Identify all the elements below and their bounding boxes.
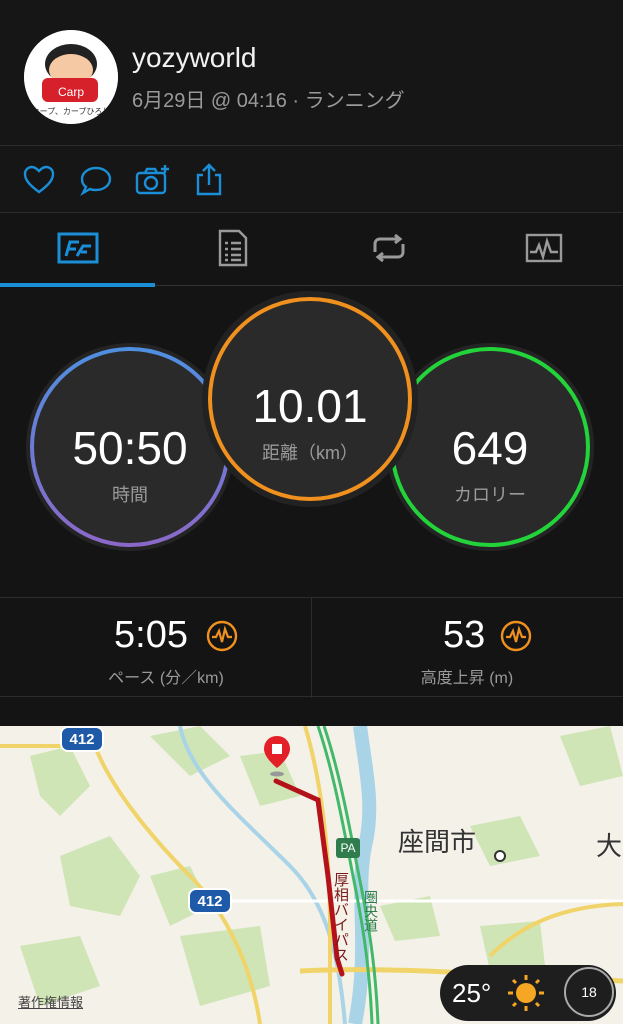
map-copyright-link[interactable]: 著作権情報 [18, 992, 83, 1011]
route-map[interactable]: 412 412 PA 厚相バイパス 圏央道 座間市 大 著作権情報 25° 18 [0, 726, 623, 1024]
share-icon[interactable] [192, 163, 226, 197]
pace-value: 5:05 [114, 614, 188, 656]
sun-icon [506, 973, 546, 1018]
road-label-expressway: 圏央道 [363, 890, 379, 932]
elevation-label: 高度上昇 (m) [420, 670, 514, 687]
city-label-partial: 大 [596, 831, 623, 861]
action-bar [0, 147, 623, 213]
route-412-badge-2: 412 [188, 888, 232, 914]
stats-divider [311, 598, 312, 698]
chart-graph-icon [525, 233, 563, 268]
time-value: 50:50 [72, 422, 188, 474]
pace-label: ペース (分／km) [108, 670, 224, 687]
distance-value: 10.01 [252, 380, 368, 432]
heart-icon[interactable] [22, 163, 56, 197]
parking-area-badge: PA [336, 838, 360, 858]
username[interactable]: yozyworld [132, 42, 256, 74]
activity-summary-icon [57, 232, 99, 269]
summary-rings: 50:50 時間 10.01 距離（km） 649 カロリー [0, 287, 623, 567]
start-pin-icon[interactable] [262, 734, 292, 783]
elevation-value: 53 [443, 614, 486, 656]
details-list-icon [218, 229, 248, 272]
activity-header: Carp カープ、カープひろし yozyworld 6月29日 @ 04:16 … [0, 0, 623, 146]
temperature: 25° [452, 978, 492, 1008]
calories-value: 649 [451, 422, 529, 474]
stats-row: 5:05 ペース (分／km) 53 高度上昇 (m) [0, 597, 623, 698]
road-label-bypass: 厚相バイパス [332, 872, 349, 962]
weather-widget[interactable]: 25° 18 [440, 965, 616, 1021]
tab-summary[interactable] [0, 214, 155, 287]
compass-indicator[interactable]: 18 [564, 967, 614, 1017]
tab-details[interactable] [155, 214, 310, 286]
laps-loop-icon [369, 233, 409, 267]
pace-chart-icon[interactable] [206, 620, 238, 657]
elevation-chart-icon[interactable] [500, 620, 532, 657]
city-label: 座間市 [398, 827, 477, 857]
comment-icon[interactable] [79, 163, 113, 197]
svg-text:カープ、カープひろし: カープ、カープひろし [32, 107, 111, 116]
time-label: 時間 [112, 485, 148, 505]
distance-label: 距離（km） [262, 443, 358, 463]
calories-label: カロリー [454, 485, 526, 505]
avatar[interactable]: Carp カープ、カープひろし [24, 30, 118, 124]
svg-text:Carp: Carp [58, 85, 84, 99]
activity-tabs [0, 214, 623, 287]
tab-charts[interactable] [466, 214, 621, 286]
tab-laps[interactable] [311, 214, 466, 286]
camera-icon[interactable] [135, 163, 169, 197]
activity-meta: 6月29日 @ 04:16 · ランニング [132, 90, 405, 112]
route-412-badge: 412 [60, 726, 104, 752]
